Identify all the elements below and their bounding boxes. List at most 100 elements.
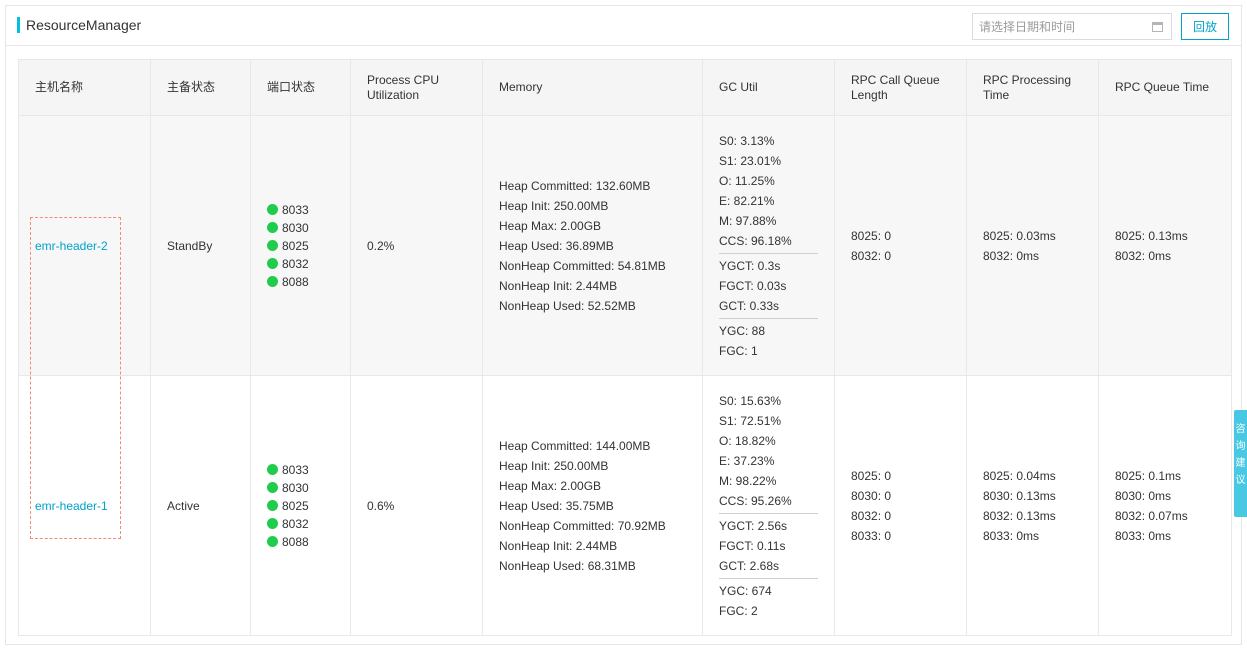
memory-line: NonHeap Used: 52.52MB xyxy=(499,298,636,313)
status-dot-icon xyxy=(267,222,278,233)
memory-cell: Heap Committed: 132.60MB Heap Init: 250.… xyxy=(482,115,703,376)
status-dot-icon xyxy=(267,240,278,251)
host-cell: emr-header-1 xyxy=(18,375,151,636)
port-item: 8032 xyxy=(267,255,350,273)
status-dot-icon xyxy=(267,464,278,475)
table-header-row: 主机名称 主备状态 端口状态 Process CPU Utilization M… xyxy=(18,59,1232,116)
host-link[interactable]: emr-header-2 xyxy=(35,239,108,253)
memory-line: Heap Init: 250.00MB xyxy=(499,458,609,473)
gc-time-line: YGCT: 0.3s xyxy=(719,258,781,273)
replay-button[interactable]: 回放 xyxy=(1181,13,1229,40)
memory-line: Heap Max: 2.00GB xyxy=(499,218,602,233)
table-row: emr-header-1 Active 8033 8030 8025 8032 … xyxy=(18,375,1232,636)
rpc-call-queue-line: 8033: 0 xyxy=(851,528,892,543)
rpc-call-queue-line: 8025: 0 xyxy=(851,468,892,483)
col-header-rpc-processing: RPC Processing Time xyxy=(966,59,1099,116)
status-dot-icon xyxy=(267,276,278,287)
gc-time-line: GCT: 0.33s xyxy=(719,298,780,313)
col-header-gc: GC Util xyxy=(702,59,835,116)
host-link[interactable]: emr-header-1 xyxy=(35,499,108,513)
status-dot-icon xyxy=(267,518,278,529)
status-dot-icon xyxy=(267,500,278,511)
col-header-memory: Memory xyxy=(482,59,703,116)
feedback-tab-char: 询 xyxy=(1235,441,1246,452)
gc-time-line: YGCT: 2.56s xyxy=(719,518,788,533)
gc-util-line: O: 11.25% xyxy=(719,173,775,188)
memory-line: Heap Init: 250.00MB xyxy=(499,198,609,213)
gc-util-line: O: 18.82% xyxy=(719,433,776,448)
feedback-tab[interactable]: 咨 询 建 议 xyxy=(1234,410,1247,517)
memory-line: NonHeap Used: 68.31MB xyxy=(499,558,636,573)
status-dot-icon xyxy=(267,482,278,493)
gc-util-line: E: 37.23% xyxy=(719,453,775,468)
port-number: 8025 xyxy=(282,498,309,513)
port-item: 8033 xyxy=(267,201,350,219)
memory-line: Heap Committed: 132.60MB xyxy=(499,178,651,193)
rpc-processing-line: 8033: 0ms xyxy=(983,528,1040,543)
gc-time-group: YGCT: 0.3s FGCT: 0.03s GCT: 0.33s xyxy=(719,252,818,318)
gc-count-group: YGC: 88 FGC: 1 xyxy=(719,317,818,363)
rpc-queue-time-line: 8033: 0ms xyxy=(1115,528,1172,543)
status-dot-icon xyxy=(267,204,278,215)
gc-time-line: GCT: 2.68s xyxy=(719,558,780,573)
rpc-queue-time-cell: 8025: 0.13ms 8032: 0ms xyxy=(1098,115,1232,376)
gc-count-line: YGC: 674 xyxy=(719,583,772,598)
rpc-queue-time-line: 8032: 0ms xyxy=(1115,248,1172,263)
page-title: ResourceManager xyxy=(26,17,142,33)
feedback-tab-char: 咨 xyxy=(1235,424,1246,435)
port-item: 8032 xyxy=(267,515,350,533)
gc-cell: S0: 15.63% S1: 72.51% O: 18.82% E: 37.23… xyxy=(702,375,835,636)
title-accent-bar xyxy=(17,17,20,33)
rpc-processing-cell: 8025: 0.04ms 8030: 0.13ms 8032: 0.13ms 8… xyxy=(966,375,1099,636)
col-header-cpu: Process CPU Utilization xyxy=(350,59,483,116)
rpc-call-queue-line: 8032: 0 xyxy=(851,248,892,263)
col-header-rpc-queue-time: RPC Queue Time xyxy=(1098,59,1232,116)
port-number: 8088 xyxy=(282,274,309,289)
panel-header: ResourceManager 回放 xyxy=(6,6,1241,46)
rpc-processing-line: 8025: 0.04ms xyxy=(983,468,1056,483)
cpu-cell: 0.2% xyxy=(350,115,483,376)
port-list: 8033 8030 8025 8032 8088 xyxy=(267,461,350,551)
feedback-tab-char: 建 xyxy=(1235,458,1246,469)
gc-cell: S0: 3.13% S1: 23.01% O: 11.25% E: 82.21%… xyxy=(702,115,835,376)
gc-time-line: FGCT: 0.03s xyxy=(719,278,787,293)
gc-util-line: S1: 72.51% xyxy=(719,413,782,428)
rpc-queue-time-line: 8025: 0.1ms xyxy=(1115,468,1182,483)
metrics-table: 主机名称 主备状态 端口状态 Process CPU Utilization M… xyxy=(18,59,1232,636)
memory-line: Heap Used: 36.89MB xyxy=(499,238,614,253)
rpc-call-queue-line: 8032: 0 xyxy=(851,508,892,523)
gc-util-line: S0: 3.13% xyxy=(719,133,775,148)
port-number: 8025 xyxy=(282,238,309,253)
gc-count-line: FGC: 2 xyxy=(719,603,758,618)
rpc-call-queue-line: 8025: 0 xyxy=(851,228,892,243)
status-dot-icon xyxy=(267,536,278,547)
memory-cell: Heap Committed: 144.00MB Heap Init: 250.… xyxy=(482,375,703,636)
rpc-call-queue-cell: 8025: 0 8032: 0 xyxy=(834,115,967,376)
port-item: 8030 xyxy=(267,219,350,237)
ports-cell: 8033 8030 8025 8032 8088 xyxy=(250,375,351,636)
rpc-processing-line: 8032: 0.13ms xyxy=(983,508,1056,523)
port-item: 8033 xyxy=(267,461,350,479)
gc-count-line: YGC: 88 xyxy=(719,323,766,338)
memory-line: NonHeap Init: 2.44MB xyxy=(499,538,618,553)
rpc-queue-time-line: 8025: 0.13ms xyxy=(1115,228,1188,243)
datetime-picker-input[interactable] xyxy=(972,13,1172,40)
status-dot-icon xyxy=(267,258,278,269)
col-header-ports: 端口状态 xyxy=(250,59,351,116)
port-number: 8033 xyxy=(282,462,309,477)
gc-count-line: FGC: 1 xyxy=(719,343,758,358)
gc-util-group: S0: 15.63% S1: 72.51% O: 18.82% E: 37.23… xyxy=(719,389,818,513)
gc-util-line: S1: 23.01% xyxy=(719,153,782,168)
table-row: emr-header-2 StandBy 8033 8030 8025 8032… xyxy=(18,115,1232,376)
port-item: 8088 xyxy=(267,273,350,291)
col-header-rpc-call-queue: RPC Call Queue Length xyxy=(834,59,967,116)
rpc-queue-time-line: 8032: 0.07ms xyxy=(1115,508,1188,523)
port-number: 8030 xyxy=(282,480,309,495)
port-number: 8033 xyxy=(282,202,309,217)
memory-line: NonHeap Committed: 70.92MB xyxy=(499,518,666,533)
rpc-call-queue-line: 8030: 0 xyxy=(851,488,892,503)
memory-line: NonHeap Init: 2.44MB xyxy=(499,278,618,293)
calendar-icon[interactable] xyxy=(1152,22,1163,32)
rpc-processing-line: 8025: 0.03ms xyxy=(983,228,1056,243)
gc-util-line: S0: 15.63% xyxy=(719,393,782,408)
